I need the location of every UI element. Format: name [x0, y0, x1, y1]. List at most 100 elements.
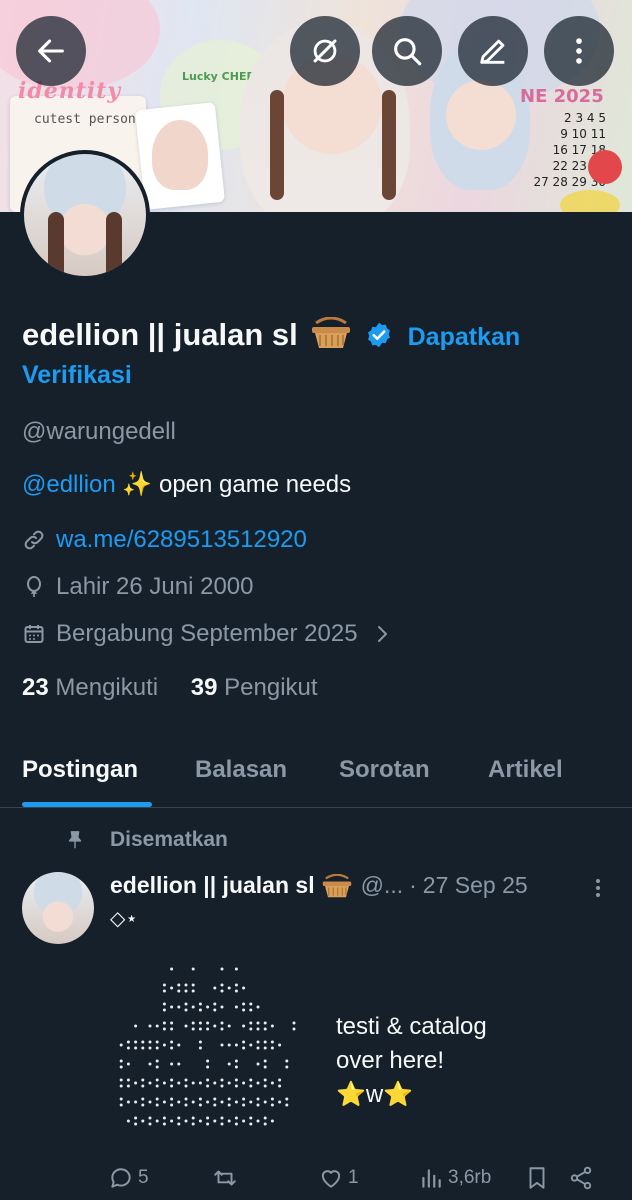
sparkle-emoji: ✨ [122, 471, 153, 498]
ascii-art-dot [119, 1084, 123, 1088]
tab-postingan[interactable]: Postingan [22, 756, 138, 784]
ascii-art-dot [148, 1122, 152, 1126]
ascii-art-dot [155, 1078, 159, 1082]
ascii-art-dot [206, 1116, 210, 1120]
ascii-art-dot [263, 1084, 267, 1088]
joined-date: Bergabung September 2025 [56, 620, 358, 647]
back-button[interactable] [16, 16, 86, 86]
ascii-art-dot [134, 1040, 138, 1044]
ascii-art-dot [220, 967, 224, 971]
reply-button[interactable]: 5 [108, 1160, 149, 1196]
verified-badge-icon[interactable] [365, 321, 393, 349]
bookmark-button[interactable] [524, 1160, 554, 1196]
ascii-art-dot [213, 1119, 217, 1123]
ascii-art-dot [249, 1116, 253, 1120]
followers-stat[interactable]: 39 Pengikut [191, 674, 318, 701]
ascii-art-dot [148, 1040, 152, 1044]
calendar-row: 9 10 11 [560, 127, 606, 141]
ascii-art-dot [285, 1097, 289, 1101]
ascii-art-dot [256, 1046, 260, 1050]
ascii-art-dot [206, 1078, 210, 1082]
active-tab-indicator [22, 802, 152, 807]
views-button[interactable]: 3,6rb [418, 1160, 491, 1196]
ascii-art-dot [126, 1046, 130, 1050]
ascii-art-dot [184, 1103, 188, 1107]
ascii-art-dot [170, 1062, 174, 1066]
search-button[interactable] [372, 16, 442, 86]
ascii-art-dot [220, 1043, 224, 1047]
ascii-art-dot [270, 1103, 274, 1107]
pin-icon [68, 831, 82, 849]
ascii-art-dot [191, 1100, 195, 1104]
ascii-art-dot [234, 1043, 238, 1047]
basket-emoji-icon [322, 873, 351, 897]
ascii-art-dot [155, 1059, 159, 1063]
ascii-art-dot [177, 1043, 181, 1047]
joined-row[interactable]: Bergabung September 2025 [22, 620, 394, 648]
get-verified-link-cont[interactable]: Verifikasi [22, 361, 132, 390]
retweet-button[interactable] [212, 1160, 242, 1196]
share-button[interactable] [568, 1160, 598, 1196]
ascii-art-dot [256, 1021, 260, 1025]
ascii-art-dot [162, 1081, 166, 1085]
tab-artikel[interactable]: Artikel [488, 756, 563, 784]
profile-handle: @warungedell [22, 418, 176, 445]
ascii-art-dot [177, 1081, 181, 1085]
edit-button[interactable] [458, 16, 528, 86]
profile-avatar[interactable] [20, 150, 150, 280]
ascii-art-dot [242, 986, 246, 990]
more-button[interactable] [544, 16, 614, 86]
followers-count: 39 [190, 674, 218, 701]
post-author-avatar[interactable] [22, 872, 94, 944]
ascii-art-dot [220, 1100, 224, 1104]
post-date[interactable]: 27 Sep 25 [423, 872, 528, 899]
ascii-art-dot [220, 1122, 224, 1126]
ascii-art-dot [126, 1100, 130, 1104]
ascii-art-dot [206, 1021, 210, 1025]
ascii-art-dot [249, 1122, 253, 1126]
ascii-art-dot [191, 1122, 195, 1126]
ascii-art-dot [206, 1100, 210, 1104]
ascii-art-dot [249, 1100, 253, 1104]
following-stat[interactable]: 23 Mengikuti [22, 674, 158, 701]
ascii-art-dot [126, 1084, 130, 1088]
ascii-art-dot [285, 1059, 289, 1063]
ascii-art-dot [141, 1078, 145, 1082]
banner-cutest-text: cutest person [34, 112, 136, 127]
post-more-icon[interactable] [586, 876, 610, 900]
ascii-art-dot [119, 1078, 123, 1082]
ascii-art-dot [141, 1046, 145, 1050]
ascii-art-dot [234, 1065, 238, 1069]
ascii-art-dot [220, 1084, 224, 1088]
basket-emoji-icon [312, 317, 351, 348]
bio-mention-link[interactable]: @edllion [22, 471, 116, 498]
ascii-art-dot [220, 1005, 224, 1009]
ascii-art-dot [234, 1116, 238, 1120]
like-button[interactable]: 1 [318, 1160, 359, 1196]
ascii-art-dot [285, 1103, 289, 1107]
post-author-name[interactable]: edellion || jualan sl [110, 872, 315, 899]
tab-sorotan[interactable]: Sorotan [339, 756, 430, 784]
ascii-art-dot [242, 1024, 246, 1028]
get-verified-link[interactable]: Dapatkan [408, 323, 521, 351]
ascii-art-dot [155, 1046, 159, 1050]
ascii-art-dot [148, 1062, 152, 1066]
ascii-art-dot [126, 1119, 130, 1123]
ascii-art-dot [227, 1081, 231, 1085]
following-label: Mengikuti [55, 674, 159, 701]
ascii-art-dot [177, 989, 181, 993]
tab-balasan[interactable]: Balasan [195, 756, 287, 784]
ascii-art-dot [198, 1021, 202, 1025]
website-link[interactable]: wa.me/6289513512920 [56, 526, 307, 554]
post-author-handle[interactable]: @... [361, 872, 404, 899]
ascii-art-dot [256, 1040, 260, 1044]
ascii-art-dot [162, 1122, 166, 1126]
ascii-art-dot [170, 1040, 174, 1044]
ascii-art-dot [206, 1065, 210, 1069]
grok-button[interactable] [290, 16, 360, 86]
ascii-art-dot [263, 1027, 267, 1031]
ascii-art-dot [155, 1084, 159, 1088]
ascii-art-dot [198, 1046, 202, 1050]
ascii-art-dot [249, 1027, 253, 1031]
website-row: wa.me/6289513512920 [22, 526, 307, 554]
